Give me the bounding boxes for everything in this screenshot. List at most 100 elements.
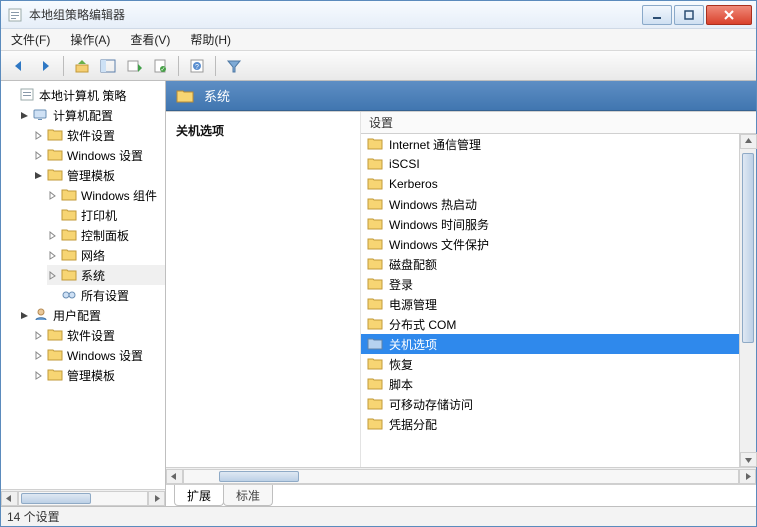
list-item[interactable]: 电源管理 [361,294,739,314]
expander-icon[interactable] [33,370,43,380]
expander-icon[interactable] [47,230,57,240]
list-item[interactable]: 关机选项 [361,334,739,354]
tree-label: 用户配置 [53,307,101,324]
tree-item[interactable]: 软件设置 [33,125,165,145]
tree[interactable]: 本地计算机 策略 计算机配置 软件设置 [1,81,165,489]
scroll-thumb[interactable] [219,471,299,482]
expander-icon[interactable] [47,210,57,220]
expander-icon[interactable] [33,350,43,360]
svg-text:?: ? [195,64,199,71]
expander-icon[interactable] [33,330,43,340]
scroll-down-icon[interactable] [740,452,757,467]
menu-view[interactable]: 查看(V) [126,29,174,50]
tree-item[interactable]: Windows 组件 [47,185,165,205]
list-item-label: 磁盘配额 [389,256,437,273]
list-item[interactable]: Kerberos [361,174,739,194]
app-icon [7,7,23,23]
folder-icon [61,227,77,244]
tree-item[interactable]: 管理模板 [33,365,165,385]
filter-button[interactable] [222,54,246,78]
folder-icon [367,356,383,373]
tree-computer-config[interactable]: 计算机配置 [19,105,165,125]
tree-item-system[interactable]: 系统 [47,265,165,285]
settings-icon [61,287,77,304]
maximize-button[interactable] [674,5,704,25]
tree-item-all-settings[interactable]: 所有设置 [47,285,165,305]
expander-collapse-icon[interactable] [33,170,43,180]
tree-user-config[interactable]: 用户配置 [19,305,165,325]
properties-button[interactable]: ✓ [148,54,172,78]
expander-icon[interactable] [33,150,43,160]
content-header: 系统 [166,81,756,111]
list-item[interactable]: iSCSI [361,154,739,174]
help-button[interactable]: ? [185,54,209,78]
tree-label: 系统 [81,267,105,284]
settings-list[interactable]: Internet 通信管理 iSCSI Kerberos Windows 热启动 Win… [361,134,756,467]
export-list-button[interactable] [122,54,146,78]
list-item[interactable]: 分布式 COM [361,314,739,334]
scroll-thumb[interactable] [742,153,754,343]
list-item[interactable]: Windows 时间服务 [361,214,739,234]
list-item-label: iSCSI [389,157,420,171]
tree-item[interactable]: Windows 设置 [33,345,165,365]
expander-icon[interactable] [47,290,57,300]
scroll-up-icon[interactable] [740,134,757,149]
list-item[interactable]: 磁盘配额 [361,254,739,274]
tree-admin-templates[interactable]: 管理模板 [33,165,165,185]
list-header[interactable]: 设置 [361,112,756,134]
up-button[interactable] [70,54,94,78]
scroll-right-icon[interactable] [739,469,756,484]
expander-icon[interactable] [33,130,43,140]
folder-icon [367,296,383,313]
scroll-left-icon[interactable] [166,469,183,484]
list-item[interactable]: 脚本 [361,374,739,394]
menu-help[interactable]: 帮助(H) [186,29,235,50]
folder-icon [367,136,383,153]
list-item[interactable]: 恢复 [361,354,739,374]
tree-item[interactable]: 控制面板 [47,225,165,245]
tree-label: 管理模板 [67,167,115,184]
list-item[interactable]: Internet 通信管理 [361,134,739,154]
expander-icon[interactable] [47,190,57,200]
list-item-label: Kerberos [389,177,438,191]
scroll-left-icon[interactable] [1,491,18,506]
expander-collapse-icon[interactable] [19,310,29,320]
show-hide-tree-button[interactable] [96,54,120,78]
tab-extended[interactable]: 扩展 [174,485,224,506]
expander-icon[interactable] [47,250,57,260]
menu-file[interactable]: 文件(F) [7,29,54,50]
list-item-label: 凭据分配 [389,416,437,433]
list-item[interactable]: 可移动存储访问 [361,394,739,414]
tree-item[interactable]: 网络 [47,245,165,265]
list-item-label: 关机选项 [389,336,437,353]
tab-standard[interactable]: 标准 [223,485,273,506]
list-item[interactable]: 登录 [361,274,739,294]
back-button[interactable] [7,54,31,78]
tree-item[interactable]: 软件设置 [33,325,165,345]
list-item[interactable]: Windows 热启动 [361,194,739,214]
content-hscrollbar[interactable] [166,467,756,484]
tree-label: Windows 设置 [67,147,143,164]
expander-icon[interactable] [47,270,57,280]
tree-item[interactable]: 打印机 [47,205,165,225]
menu-action[interactable]: 操作(A) [66,29,114,50]
folder-icon [367,236,383,253]
expander-icon[interactable] [5,90,15,100]
minimize-button[interactable] [642,5,672,25]
scroll-thumb[interactable] [21,493,91,504]
list-item[interactable]: 凭据分配 [361,414,739,434]
list-item-label: Windows 时间服务 [389,216,489,233]
list-vscrollbar[interactable] [739,134,756,467]
list-header-cell[interactable]: 设置 [369,114,748,131]
tree-hscrollbar[interactable] [1,489,165,506]
close-button[interactable] [706,5,752,25]
window-buttons [642,5,752,25]
expander-collapse-icon[interactable] [19,110,29,120]
tree-root[interactable]: 本地计算机 策略 [5,85,165,105]
list-item-label: Internet 通信管理 [389,136,481,153]
scroll-right-icon[interactable] [148,491,165,506]
forward-button[interactable] [33,54,57,78]
tree-item[interactable]: Windows 设置 [33,145,165,165]
folder-icon [367,196,383,213]
list-item[interactable]: Windows 文件保护 [361,234,739,254]
